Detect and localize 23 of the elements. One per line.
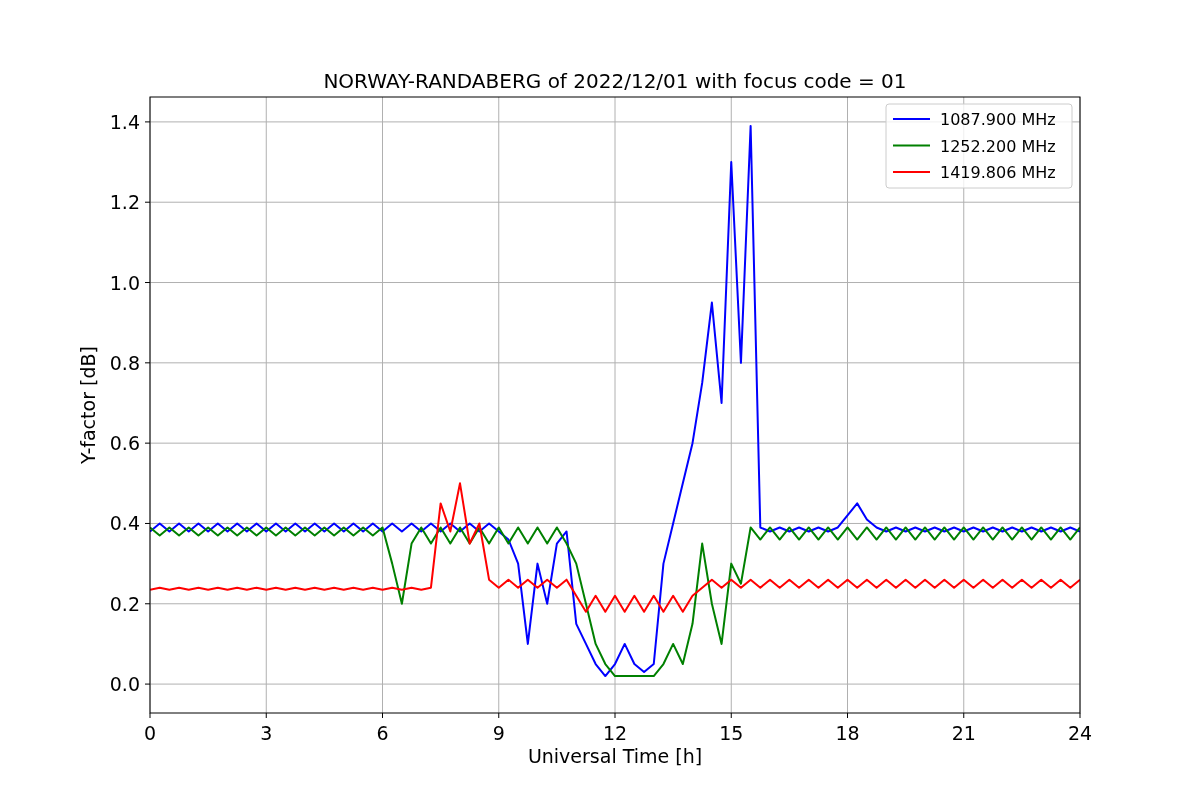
y-tick-label: 1.4 xyxy=(109,110,140,133)
x-tick-label: 9 xyxy=(492,722,505,744)
x-tick-label: 3 xyxy=(260,722,273,744)
x-tick-label: 6 xyxy=(376,722,389,744)
x-tick-label: 0 xyxy=(143,722,157,744)
x-tick-label: 15 xyxy=(719,722,744,744)
y-tick-label: 0.2 xyxy=(109,592,140,615)
y-tick-label: 0.0 xyxy=(109,673,140,696)
legend-label: 1087.900 MHz xyxy=(940,110,1056,129)
y-tick-label: 0.4 xyxy=(109,512,140,535)
y-tick-label: 1.2 xyxy=(109,191,140,214)
x-tick-label: 21 xyxy=(951,722,976,744)
x-tick-label: 24 xyxy=(1067,722,1093,744)
y-tick-label: 1.0 xyxy=(109,271,140,294)
x-tick-label: 12 xyxy=(602,722,628,744)
x-axis-label: Universal Time [h] xyxy=(527,745,703,767)
legend-label: 1252.200 MHz xyxy=(940,136,1056,156)
x-tick-label: 18 xyxy=(835,722,860,744)
chart-title: NORWAY-RANDABERG of 2022/12/01 with focus code = 01 xyxy=(323,69,907,93)
y-tick-label: 0.8 xyxy=(109,351,140,374)
y-axis-label: Y-factor [dB] xyxy=(77,346,99,464)
legend-label: 1419.806 MHz xyxy=(940,163,1056,182)
y-tick-label: 0.6 xyxy=(109,432,140,455)
